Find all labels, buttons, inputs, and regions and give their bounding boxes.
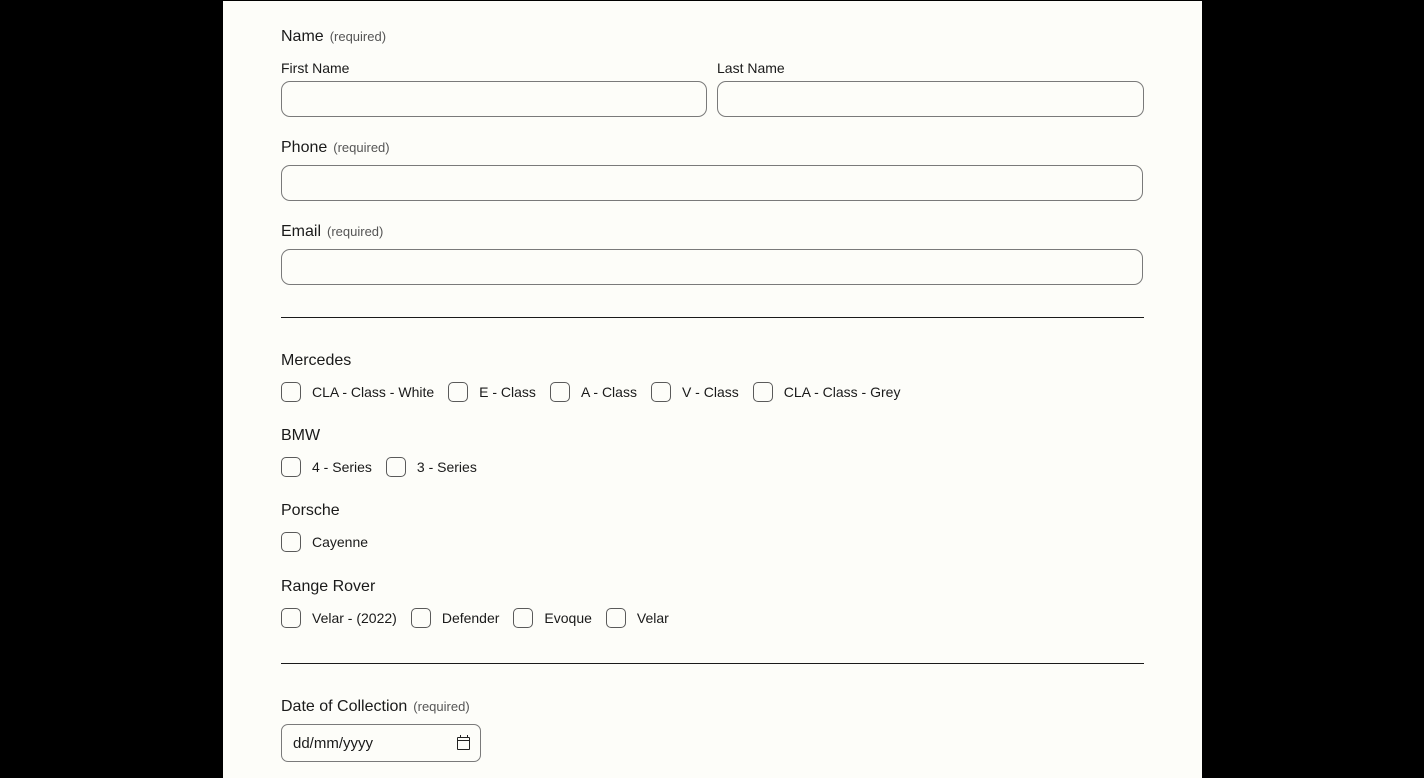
checkbox[interactable] <box>605 608 626 628</box>
option-a-class[interactable]: A - Class <box>549 382 637 402</box>
group-title-bmw: BMW <box>281 427 321 444</box>
date-of-collection-input[interactable]: dd/mm/yyyy <box>281 724 481 762</box>
checkbox[interactable] <box>281 382 301 402</box>
option-cla-class-grey[interactable]: CLA - Class - Grey <box>752 382 901 402</box>
name-title: Name (required) <box>281 28 386 46</box>
option-label: CLA - Class - Grey <box>783 384 901 400</box>
range-rover-options: Velar - (2022) Defender Evoque Velar <box>281 608 683 628</box>
option-evoque[interactable]: Evoque <box>513 608 592 628</box>
section-divider <box>281 317 1144 318</box>
option-label: Evoque <box>544 610 592 626</box>
date-title: Date of Collection (required) <box>281 698 470 716</box>
option-defender[interactable]: Defender <box>410 608 500 628</box>
option-label: V - Class <box>681 384 739 400</box>
option-label: CLA - Class - White <box>312 384 435 400</box>
option-label: E - Class <box>479 384 536 400</box>
option-3-series[interactable]: 3 - Series <box>385 457 477 477</box>
date-required-note: (required) <box>413 699 470 714</box>
option-label: Cayenne <box>312 534 369 550</box>
phone-input[interactable] <box>281 165 1143 201</box>
last-name-input[interactable] <box>717 81 1144 117</box>
email-required-note: (required) <box>327 224 384 239</box>
group-title-range-rover: Range Rover <box>281 578 376 595</box>
option-label: A - Class <box>580 384 637 400</box>
group-title-mercedes: Mercedes <box>281 352 352 369</box>
phone-title: Phone (required) <box>281 139 390 157</box>
last-name-label: Last Name <box>717 60 785 76</box>
name-title-text: Name <box>281 28 324 45</box>
checkbox[interactable] <box>385 457 406 477</box>
option-cayenne[interactable]: Cayenne <box>281 532 368 552</box>
first-name-label: First Name <box>281 60 350 76</box>
bmw-options: 4 - Series 3 - Series <box>281 457 491 477</box>
email-input[interactable] <box>281 249 1143 285</box>
checkbox[interactable] <box>549 382 570 402</box>
option-v-class[interactable]: V - Class <box>650 382 739 402</box>
checkbox[interactable] <box>752 382 773 402</box>
option-cla-class-white[interactable]: CLA - Class - White <box>281 382 434 402</box>
date-placeholder: dd/mm/yyyy <box>293 734 374 752</box>
mercedes-options: CLA - Class - White E - Class A - Class … <box>281 382 914 402</box>
first-name-input[interactable] <box>281 81 707 117</box>
option-e-class[interactable]: E - Class <box>448 382 536 402</box>
checkbox[interactable] <box>448 382 469 402</box>
porsche-options: Cayenne <box>281 532 382 552</box>
option-velar[interactable]: Velar <box>605 608 669 628</box>
checkbox[interactable] <box>281 608 301 628</box>
checkbox[interactable] <box>281 532 301 552</box>
calendar-icon[interactable] <box>457 734 470 750</box>
option-label: Defender <box>441 610 500 626</box>
phone-title-text: Phone <box>281 139 328 156</box>
phone-required-note: (required) <box>333 140 390 155</box>
checkbox[interactable] <box>513 608 534 628</box>
option-label: Velar <box>636 610 669 626</box>
date-title-text: Date of Collection <box>281 698 408 715</box>
option-velar-2022[interactable]: Velar - (2022) <box>281 608 397 628</box>
option-label: 3 - Series <box>416 459 477 475</box>
checkbox[interactable] <box>410 608 431 628</box>
email-title-text: Email <box>281 223 322 240</box>
option-label: Velar - (2022) <box>312 610 397 626</box>
checkbox[interactable] <box>281 457 301 477</box>
checkbox[interactable] <box>650 382 671 402</box>
name-required-note: (required) <box>329 29 387 44</box>
section-divider <box>281 663 1144 664</box>
form-panel: Name (required) First Name Last Name Phon… <box>223 1 1202 778</box>
group-title-porsche: Porsche <box>281 502 340 519</box>
email-title: Email (required) <box>281 223 383 241</box>
option-4-series[interactable]: 4 - Series <box>281 457 372 477</box>
option-label: 4 - Series <box>312 459 372 475</box>
